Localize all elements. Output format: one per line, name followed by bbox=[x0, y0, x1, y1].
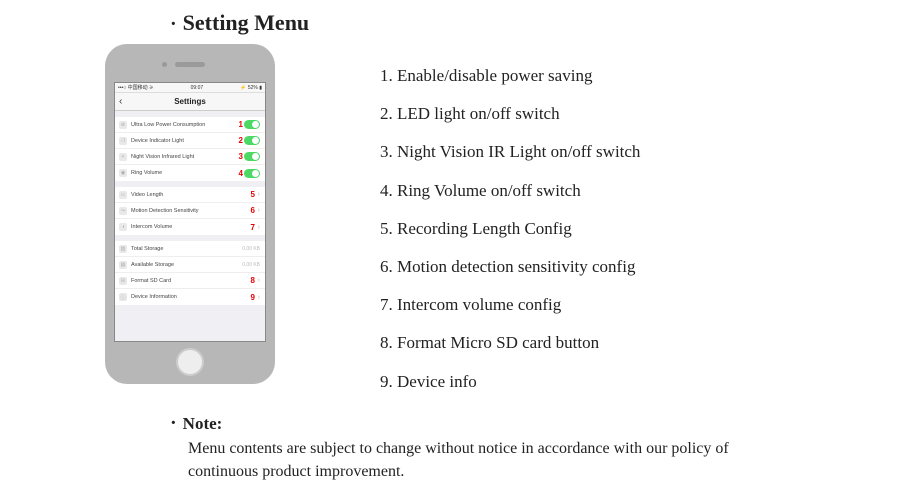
row-label: Motion Detection Sensitivity bbox=[131, 208, 255, 214]
settings-row[interactable]: ⤳ Motion Detection Sensitivity6› bbox=[115, 203, 265, 219]
row-icon: ✧ bbox=[119, 153, 127, 161]
note-bullet: · bbox=[170, 412, 177, 435]
settings-group: ⊘ Ultra Low Power Consumption1 ❍ Device Ind… bbox=[115, 117, 265, 181]
chevron-right-icon: › bbox=[258, 294, 260, 301]
row-icon: ▭ bbox=[119, 191, 127, 199]
settings-row: ▥ Total Storage0.00 KB bbox=[115, 241, 265, 257]
row-icon: ▤ bbox=[119, 261, 127, 269]
row-label: Ring Volume bbox=[131, 170, 244, 176]
status-bar: •••○ 中国移动 ⚞ 09:07 ⚡ 52% ▮ bbox=[115, 83, 265, 93]
toggle-switch[interactable] bbox=[244, 169, 260, 178]
row-annotation-number: 1 bbox=[239, 120, 243, 129]
chevron-right-icon: › bbox=[258, 224, 260, 231]
row-label: Format SD Card bbox=[131, 278, 255, 284]
settings-group: ▭Video Length5›⤳Motion Detection Sensiti… bbox=[115, 187, 265, 235]
row-annotation-number: 2 bbox=[239, 136, 243, 145]
row-annotation-number: 9 bbox=[251, 293, 255, 302]
phone-camera-dot bbox=[162, 62, 167, 67]
legend-item: 8. Format Micro SD card button bbox=[380, 329, 900, 356]
chevron-right-icon: › bbox=[258, 191, 260, 198]
section-heading: · Setting Menu bbox=[170, 10, 900, 36]
nav-title: Settings bbox=[174, 97, 206, 106]
toggle-switch[interactable] bbox=[244, 152, 260, 161]
row-icon: ⊘ bbox=[119, 121, 127, 129]
row-label: Device Information bbox=[131, 294, 255, 300]
row-label: Ultra Low Power Consumption bbox=[131, 122, 244, 128]
legend-item: 6. Motion detection sensitivity config bbox=[380, 253, 900, 280]
settings-row[interactable]: ◉ Ring Volume4 bbox=[115, 165, 265, 181]
back-button[interactable]: ‹ bbox=[119, 96, 122, 107]
row-label: Total Storage bbox=[131, 246, 240, 252]
row-value: 0.00 KB bbox=[242, 246, 260, 252]
row-icon: ⊟ bbox=[119, 277, 127, 285]
nav-bar: ‹ Settings bbox=[115, 93, 265, 111]
settings-row[interactable]: ❍ Device Indicator Light2 bbox=[115, 133, 265, 149]
row-annotation-number: 7 bbox=[251, 223, 255, 232]
settings-row[interactable]: ⊘ Ultra Low Power Consumption1 bbox=[115, 117, 265, 133]
row-label: Night Vision Infrared Light bbox=[131, 154, 244, 160]
row-annotation-number: 5 bbox=[251, 190, 255, 199]
row-icon: ▥ bbox=[119, 245, 127, 253]
home-button[interactable] bbox=[176, 348, 204, 376]
row-value: 0.00 KB bbox=[242, 262, 260, 268]
row-icon: ◑ bbox=[119, 223, 127, 231]
legend-list: 1. Enable/disable power saving 2. LED lig… bbox=[380, 62, 900, 395]
settings-row[interactable]: ✧ Night Vision Infrared Light3 bbox=[115, 149, 265, 165]
legend-item: 1. Enable/disable power saving bbox=[380, 62, 900, 89]
chevron-right-icon: › bbox=[258, 277, 260, 284]
toggle-switch[interactable] bbox=[244, 120, 260, 129]
row-icon: ❍ bbox=[119, 137, 127, 145]
phone-frame: •••○ 中国移动 ⚞ 09:07 ⚡ 52% ▮ ‹ Settings ⊘ Ul… bbox=[105, 44, 275, 384]
legend-item: 7. Intercom volume config bbox=[380, 291, 900, 318]
row-annotation-number: 3 bbox=[239, 152, 243, 161]
settings-row[interactable]: ⓘ Device Information9› bbox=[115, 289, 265, 305]
toggle-switch[interactable] bbox=[244, 136, 260, 145]
row-annotation-number: 8 bbox=[251, 276, 255, 285]
settings-row[interactable]: ▭ Video Length5› bbox=[115, 187, 265, 203]
row-label: Available Storage bbox=[131, 262, 240, 268]
heading-text: Setting Menu bbox=[183, 10, 310, 36]
legend-item: 4. Ring Volume on/off switch bbox=[380, 177, 900, 204]
status-time: 09:07 bbox=[191, 85, 204, 91]
row-icon: ⓘ bbox=[119, 293, 127, 301]
legend-item: 9. Device info bbox=[380, 368, 900, 395]
row-icon: ◉ bbox=[119, 169, 127, 177]
settings-row[interactable]: ⊟ Format SD Card8› bbox=[115, 273, 265, 289]
note-label: Note: bbox=[183, 414, 223, 434]
heading-bullet: · bbox=[170, 13, 177, 36]
settings-group: ▥Total Storage0.00 KB▤Available Storage0… bbox=[115, 241, 265, 305]
chevron-right-icon: › bbox=[258, 207, 260, 214]
row-label: Video Length bbox=[131, 192, 255, 198]
note-heading: · Note: bbox=[170, 412, 790, 435]
legend-item: 5. Recording Length Config bbox=[380, 215, 900, 242]
row-annotation-number: 4 bbox=[239, 169, 243, 178]
status-right: ⚡ 52% ▮ bbox=[240, 85, 262, 91]
settings-row[interactable]: ◑ Intercom Volume7› bbox=[115, 219, 265, 235]
legend-item: 3. Night Vision IR Light on/off switch bbox=[380, 138, 900, 165]
row-annotation-number: 6 bbox=[251, 206, 255, 215]
legend-item: 2. LED light on/off switch bbox=[380, 100, 900, 127]
settings-row: ▤ Available Storage0.00 KB bbox=[115, 257, 265, 273]
status-left: •••○ 中国移动 ⚞ bbox=[118, 84, 154, 91]
note-text: Menu contents are subject to change with… bbox=[188, 437, 790, 483]
phone-screen: •••○ 中国移动 ⚞ 09:07 ⚡ 52% ▮ ‹ Settings ⊘ Ul… bbox=[114, 82, 266, 342]
row-label: Intercom Volume bbox=[131, 224, 255, 230]
row-label: Device Indicator Light bbox=[131, 138, 244, 144]
row-icon: ⤳ bbox=[119, 207, 127, 215]
phone-speaker bbox=[175, 62, 205, 67]
